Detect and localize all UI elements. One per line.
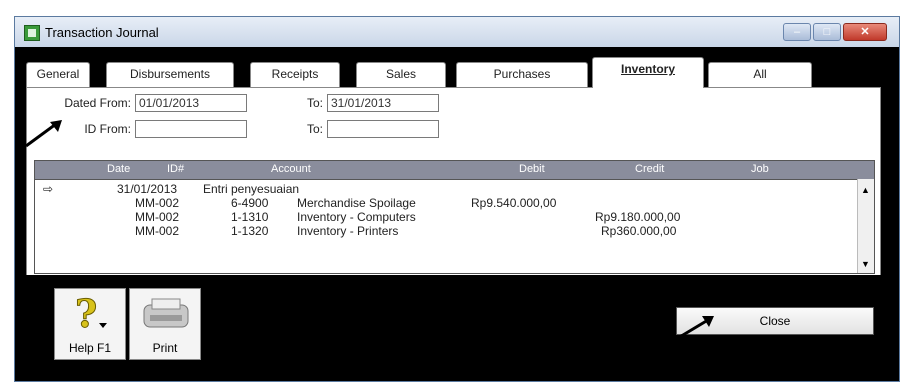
row-account: Merchandise Spoilage [297,196,416,210]
minimize-button[interactable]: – [783,23,811,41]
print-label: Print [152,341,178,355]
id-to-label: To: [306,122,323,136]
print-button[interactable]: Print [129,288,201,360]
help-label: Help F1 [68,341,112,355]
annotation-arrow-icon [25,120,62,148]
col-date[interactable]: Date [107,163,130,175]
dated-to-input[interactable]: 31/01/2013 [327,94,439,112]
col-id[interactable]: ID# [167,163,184,175]
id-from-input[interactable] [135,120,247,138]
tab-receipts[interactable]: Receipts [250,62,340,87]
title-bar[interactable]: Transaction Journal – □ ✕ [15,17,899,47]
tab-sales[interactable]: Sales [356,62,446,87]
col-job[interactable]: Job [751,163,769,175]
vertical-scrollbar[interactable]: ▲ ▼ [857,179,874,273]
help-icon: ? [75,293,107,335]
row-credit: Rp360.000,00 [601,224,677,238]
annotation-arrow-icon [677,316,714,340]
app-icon [24,25,40,41]
row-credit: Rp9.180.000,00 [595,210,681,224]
tab-strip: General Disbursements Receipts Sales Pur… [26,57,826,88]
button-bar: ? Help F1 Print Close [18,275,896,378]
col-debit[interactable]: Debit [519,163,545,175]
row-id: MM-002 [135,196,180,210]
tab-inventory[interactable]: Inventory [592,57,704,88]
close-icon: ✕ [860,26,870,38]
tab-general[interactable]: General [26,62,90,87]
close-window-button[interactable]: ✕ [843,23,887,41]
row-account-no: 6-4900 [231,196,269,210]
dated-to-label: To: [306,96,323,110]
col-account[interactable]: Account [271,163,311,175]
maximize-icon: □ [823,26,831,38]
svg-text:?: ? [75,293,97,335]
window-title: Transaction Journal [45,25,159,40]
maximize-button[interactable]: □ [813,23,841,41]
scroll-up-icon[interactable]: ▲ [859,183,872,197]
dated-from-input[interactable]: 01/01/2013 [135,94,247,112]
row-account-no: 1-1310 [231,210,269,224]
entry-memo: Entri penyesuaian [203,182,300,196]
transaction-journal-window: Transaction Journal – □ ✕ General Disbur… [14,16,900,382]
journal-list[interactable]: Date ID# Account Debit Credit Job ⇨ 31/0… [34,160,875,274]
tab-purchases[interactable]: Purchases [456,62,588,87]
row-id: MM-002 [135,224,180,238]
help-button[interactable]: ? Help F1 [54,288,126,360]
tab-all[interactable]: All [708,62,812,87]
tab-disbursements[interactable]: Disbursements [106,62,234,87]
window-client: General Disbursements Receipts Sales Pur… [18,47,896,378]
row-account: Inventory - Printers [297,224,399,238]
row-account: Inventory - Computers [297,210,416,224]
row-id: MM-002 [135,210,180,224]
list-header: Date ID# Account Debit Credit Job [35,161,874,180]
dated-from-label: Dated From: [64,96,131,110]
col-credit[interactable]: Credit [635,163,664,175]
printer-icon [143,298,189,328]
id-to-input[interactable] [327,120,439,138]
row-account-no: 1-1320 [231,224,269,238]
row-pointer-icon: ⇨ [43,182,54,196]
row-debit: Rp9.540.000,00 [471,196,557,210]
entry-date: 31/01/2013 [117,182,178,196]
minimize-icon: – [793,26,801,38]
scroll-down-icon[interactable]: ▼ [859,257,872,271]
